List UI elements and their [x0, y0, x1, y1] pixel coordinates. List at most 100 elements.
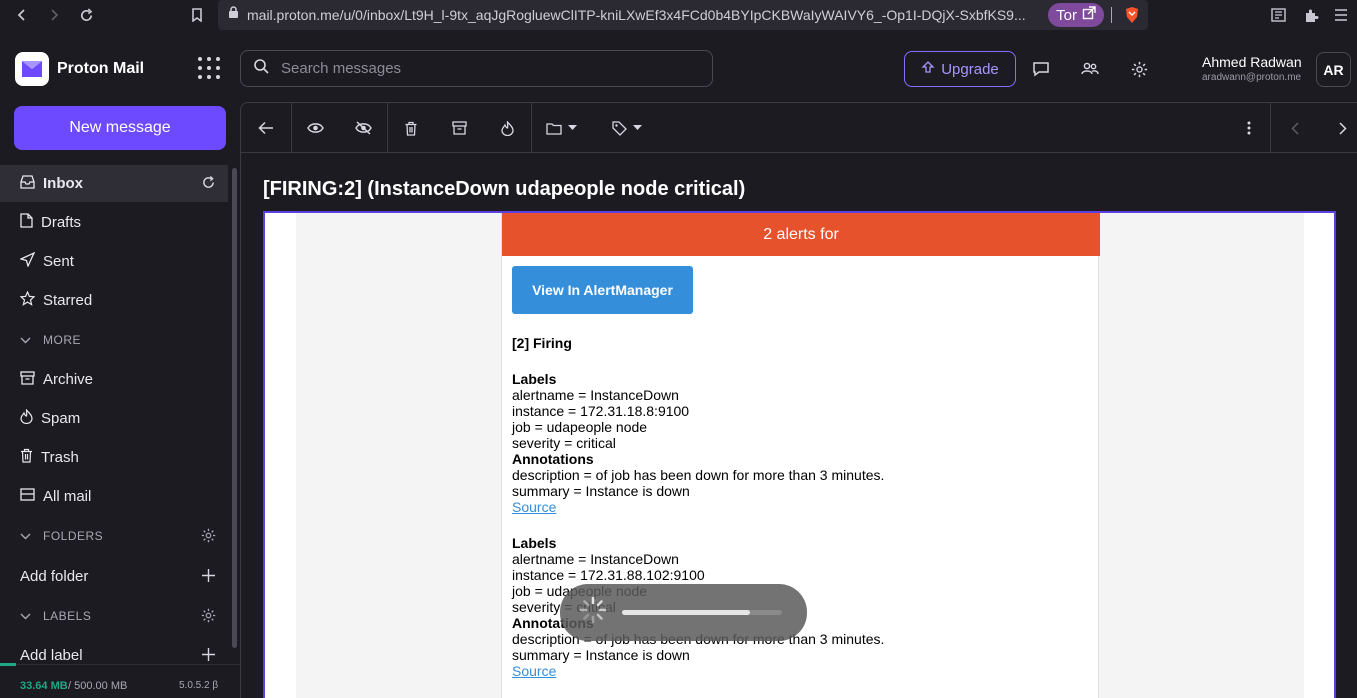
loading-progress-bar: [622, 610, 782, 615]
tor-button[interactable]: Tor: [1048, 3, 1104, 27]
sidebar-scrollbar[interactable]: [232, 168, 237, 648]
annotations-heading: Annotations: [512, 451, 594, 467]
extensions-icon[interactable]: [1295, 0, 1327, 30]
labels-heading: Labels: [512, 535, 557, 551]
feedback-icon[interactable]: [1030, 58, 1052, 80]
menu-icon[interactable]: [1325, 0, 1357, 30]
reader-icon[interactable]: [1263, 0, 1295, 30]
add-label-item[interactable]: Add label: [0, 637, 228, 665]
brave-shield-icon[interactable]: [1124, 6, 1140, 29]
url-text: mail.proton.me/u/0/inbox/Lt9H_l-9tx_aqJg…: [247, 7, 1026, 23]
spam-icon: [500, 120, 514, 136]
move-to-folder-button[interactable]: [531, 103, 591, 153]
trash-button[interactable]: [387, 103, 435, 153]
message-toolbar: [241, 103, 1357, 153]
user-email[interactable]: aradwann@proton.me: [1202, 72, 1301, 83]
app-window: mail.proton.me/u/0/inbox/Lt9H_l-9tx_aqJg…: [0, 0, 1357, 698]
proton-mail-logo[interactable]: Proton Mail: [15, 52, 144, 86]
sidebar-item-sent[interactable]: Sent: [0, 243, 228, 280]
section-labels[interactable]: LABELS: [0, 601, 228, 631]
sidebar-item-label: Trash: [41, 449, 79, 466]
firing-heading: [2] Firing: [512, 335, 572, 351]
section-label: MORE: [43, 333, 81, 347]
search-input[interactable]: [281, 60, 701, 77]
chevron-down-icon: [20, 529, 31, 543]
plus-icon[interactable]: [201, 647, 216, 665]
view-in-alertmanager-button[interactable]: View In AlertManager: [512, 266, 693, 314]
chevron-down-icon: [20, 609, 31, 623]
next-message-button[interactable]: [1319, 103, 1357, 153]
sidebar-item-label: Drafts: [41, 214, 82, 231]
sidebar-item-spam[interactable]: Spam: [0, 400, 228, 437]
search-icon: [253, 58, 269, 79]
all-mail-icon: [20, 488, 35, 505]
source-link[interactable]: Source: [512, 663, 556, 679]
label-as-button[interactable]: [597, 103, 657, 153]
plus-icon[interactable]: [201, 568, 216, 587]
sidebar-item-archive[interactable]: Archive: [0, 361, 228, 398]
caret-down-icon: [567, 125, 577, 130]
storage-info: 33.64 MB / 500.00 MB 5.0.5.2 β: [0, 663, 240, 698]
label-settings-gear-icon[interactable]: [201, 608, 216, 626]
label-alertname: alertname = InstanceDown: [512, 387, 679, 403]
label-severity: severity = critical: [512, 435, 616, 451]
forward-arrow-icon[interactable]: [38, 0, 70, 30]
mark-unread-button[interactable]: [339, 103, 387, 153]
section-label: LABELS: [43, 609, 92, 623]
address-bar[interactable]: mail.proton.me/u/0/inbox/Lt9H_l-9tx_aqJg…: [218, 0, 1148, 30]
back-button[interactable]: [241, 103, 291, 153]
sidebar-item-label: Archive: [43, 371, 94, 388]
spam-button[interactable]: [483, 103, 531, 153]
more-options-button[interactable]: [1225, 103, 1273, 153]
back-arrow-icon[interactable]: [6, 0, 38, 30]
new-message-button[interactable]: New message: [14, 106, 226, 150]
bookmark-icon[interactable]: [181, 0, 213, 30]
section-folders[interactable]: FOLDERS: [0, 521, 228, 551]
message-subject: [FIRING:2] (InstanceDown udapeople node …: [263, 178, 746, 200]
sidebar-item-inbox[interactable]: Inbox: [0, 165, 228, 202]
tor-label: Tor: [1056, 6, 1077, 24]
spam-icon: [20, 408, 33, 428]
app-version[interactable]: 5.0.5.2 β: [179, 680, 218, 691]
previous-message-button[interactable]: [1271, 103, 1319, 153]
reload-icon[interactable]: [70, 0, 102, 30]
annotation-summary: summary = Instance is down: [512, 647, 690, 663]
archive-icon: [20, 370, 35, 389]
sidebar-item-label: Spam: [41, 410, 81, 427]
archive-button[interactable]: [435, 103, 483, 153]
settings-gear-icon[interactable]: [1128, 58, 1150, 80]
upgrade-button[interactable]: Upgrade: [904, 51, 1016, 87]
chevron-down-icon: [20, 333, 31, 347]
loading-overlay: [560, 584, 807, 641]
labels-heading: Labels: [512, 371, 557, 387]
sidebar-item-trash[interactable]: Trash: [0, 439, 228, 476]
contacts-icon[interactable]: [1079, 58, 1101, 80]
folder-icon: [545, 122, 562, 135]
mark-read-button[interactable]: [291, 103, 339, 153]
sidebar-item-starred[interactable]: Starred: [0, 282, 228, 319]
search-bar[interactable]: [240, 50, 713, 87]
source-link[interactable]: Source: [512, 499, 556, 515]
apps-grid-icon[interactable]: [196, 55, 222, 81]
sidebar-item-label: Inbox: [43, 175, 83, 192]
trash-icon: [20, 448, 33, 467]
section-more[interactable]: MORE: [0, 325, 228, 355]
avatar[interactable]: AR: [1316, 52, 1351, 87]
tag-icon: [612, 120, 627, 136]
caret-down-icon: [633, 125, 642, 130]
add-folder-item[interactable]: Add folder: [0, 558, 228, 595]
folder-settings-gear-icon[interactable]: [201, 528, 216, 546]
archive-icon: [451, 121, 467, 135]
arrow-left-icon: [258, 121, 273, 135]
sidebar-item-drafts[interactable]: Drafts: [0, 204, 228, 241]
add-folder-label: Add folder: [20, 568, 89, 585]
refresh-icon[interactable]: [201, 175, 216, 194]
kebab-icon: [1247, 121, 1251, 135]
sidebar-item-all-mail[interactable]: All mail: [0, 478, 228, 515]
loading-progress-fill: [622, 610, 750, 615]
url-divider: [1111, 7, 1112, 23]
eye-slash-icon: [354, 121, 372, 135]
user-name[interactable]: Ahmed Radwan: [1202, 54, 1302, 70]
annotation-description: description = of job has been down for m…: [512, 467, 885, 483]
brand-name: Proton Mail: [57, 60, 145, 77]
